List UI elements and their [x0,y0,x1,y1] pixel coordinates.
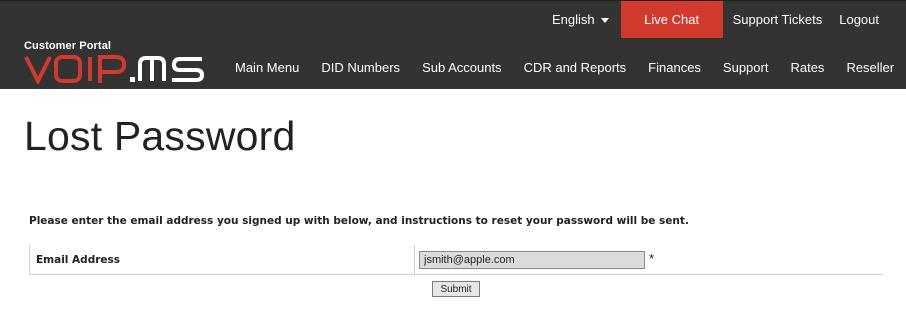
support-tickets-link[interactable]: Support Tickets [723,1,823,38]
instructions-text: Please enter the email address you signe… [29,215,689,227]
logout-link[interactable]: Logout [822,1,906,38]
email-label-cell: Email Address [29,245,415,274]
language-selector[interactable]: English [552,1,621,38]
email-form-row: Email Address * [29,245,883,275]
email-field[interactable] [419,251,645,269]
language-label: English [551,12,595,27]
email-label: Email Address [36,254,121,266]
nav-cdr-and-reports[interactable]: CDR and Reports [513,56,638,79]
live-chat-button[interactable]: Live Chat [620,1,723,38]
nav-did-numbers[interactable]: DID Numbers [310,56,411,79]
logo-subtitle: Customer Portal [24,40,112,52]
nav-rates[interactable]: Rates [779,56,835,79]
nav-main-menu[interactable]: Main Menu [224,56,310,79]
nav-sub-accounts[interactable]: Sub Accounts [411,56,513,79]
top-bar: English Live Chat Support Tickets Logout [552,1,906,38]
caret-down-icon [600,17,609,23]
nav-finances[interactable]: Finances [637,56,712,79]
required-marker: * [649,251,655,266]
page-title: Lost Password [24,113,296,159]
site-logo[interactable]: Customer Portal [24,40,210,84]
submit-button[interactable]: Submit [432,281,480,297]
nav-reseller[interactable]: Reseller [835,56,905,79]
main-nav: Main Menu DID Numbers Sub Accounts CDR a… [224,56,894,79]
nav-support[interactable]: Support [712,56,780,79]
voipms-logo-mark [24,55,205,84]
site-header: English Live Chat Support Tickets Logout… [0,0,906,89]
